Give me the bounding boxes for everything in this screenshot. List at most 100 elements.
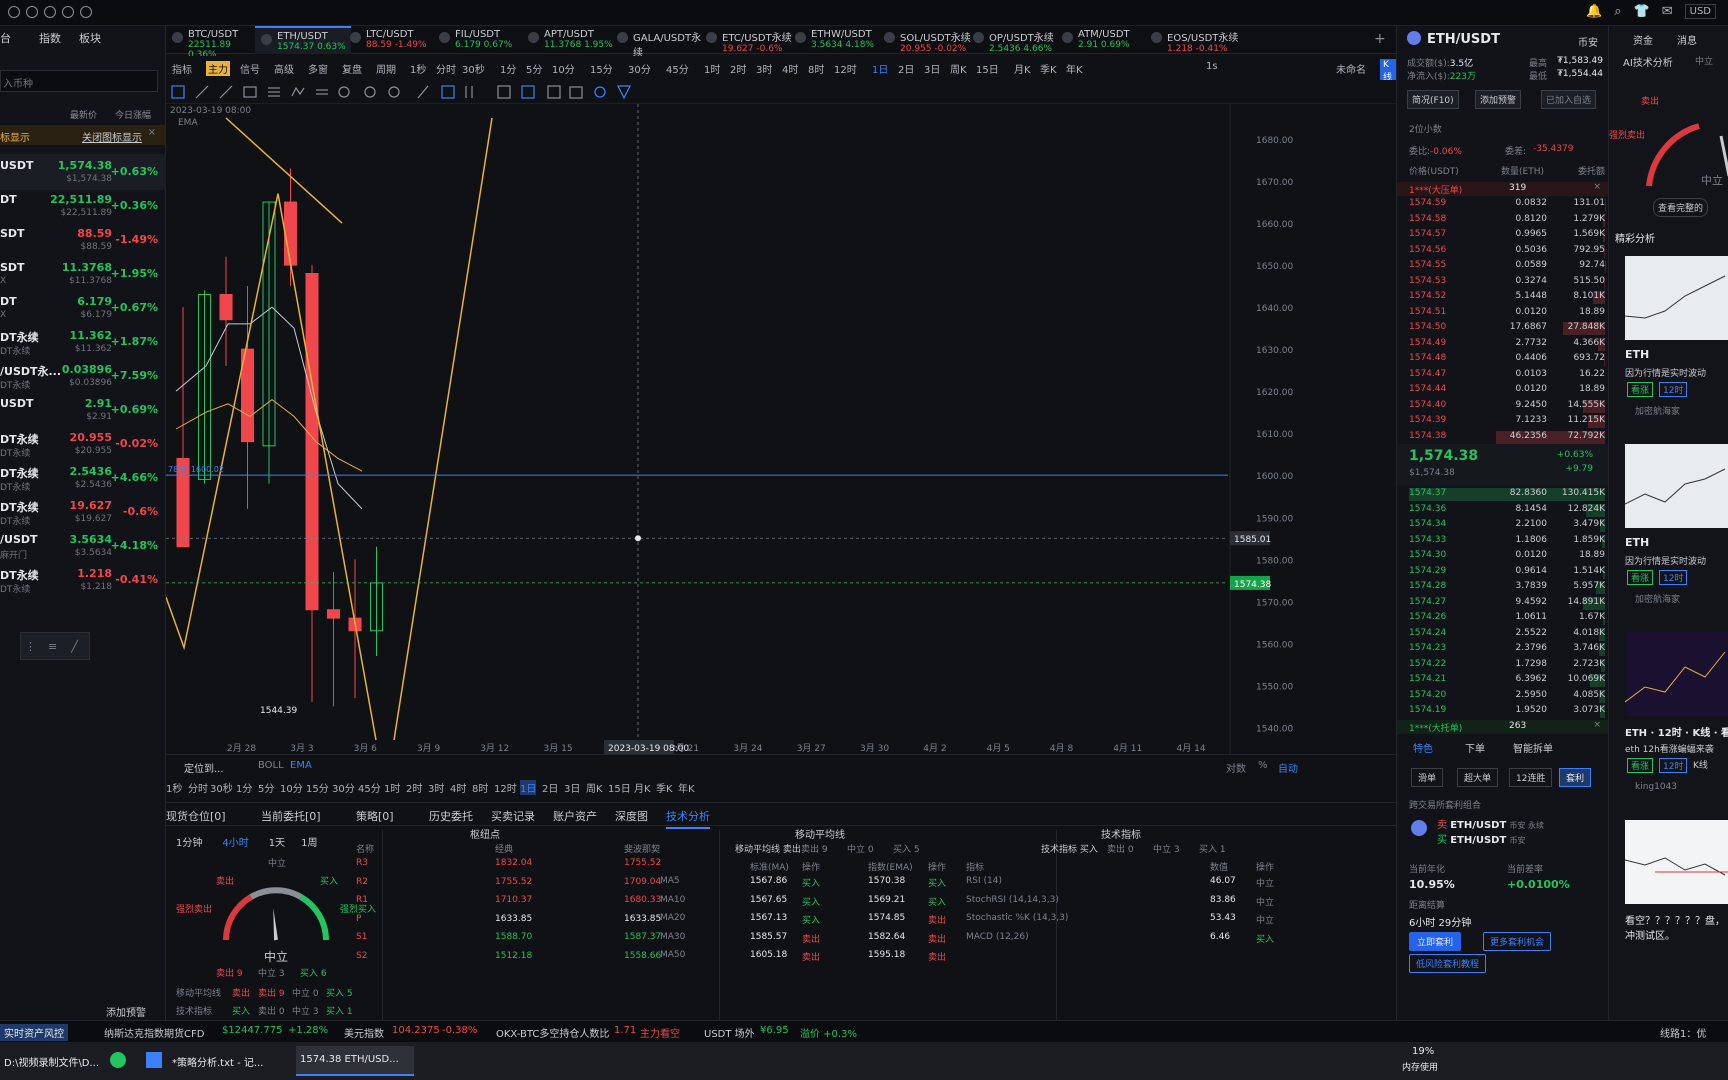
sort-latest[interactable]: 最新价	[70, 108, 97, 121]
orderbook-row[interactable]: 1574.58 0.8120 1.279K	[1409, 213, 1605, 228]
toolbar-item[interactable]: 10分	[552, 61, 575, 76]
period-0[interactable]: 1秒	[166, 780, 182, 795]
analysis-thumbnail[interactable]	[1624, 632, 1728, 716]
interval-1s[interactable]: 1s	[1206, 61, 1218, 72]
search-input[interactable]: 入币种	[0, 70, 158, 92]
orderbook-row[interactable]: 1574.34 2.2100 3.479K	[1409, 519, 1605, 533]
period-20[interactable]: 月K	[634, 780, 651, 795]
bottom-tab[interactable]: 买卖记录	[491, 808, 535, 824]
candlestick-chart[interactable]: 1680.00 1670.00 1660.00 1650.00 1640.00 1630.…	[165, 104, 1396, 754]
toolbar-item[interactable]: 主力	[206, 61, 230, 76]
interval-1d[interactable]: 1天	[269, 834, 285, 849]
market-row[interactable]: DT永续 DT永续 20.955 $20.955 -0.02%	[0, 426, 166, 462]
toolbar-item[interactable]: 周K	[950, 61, 967, 76]
orderbook-row[interactable]: 1574.51 0.0120 18.89	[1409, 306, 1605, 321]
bell-icon[interactable]: 🔔	[1586, 4, 1602, 19]
period-21[interactable]: 季K	[656, 780, 673, 795]
bottom-tab[interactable]: 深度图	[615, 808, 648, 824]
market-row[interactable]: /USDT永... DT永续 0.03896 $0.03896 +7.59%	[0, 358, 166, 394]
card-title[interactable]: ETH · 12时 · K线 · 看	[1625, 724, 1728, 739]
percent-toggle[interactable]: %	[1258, 760, 1268, 771]
orderbook-row[interactable]: 1574.37 82.8360 130.415K	[1409, 488, 1605, 502]
period-2[interactable]: 30秒	[210, 780, 233, 795]
search-icon[interactable]: ⌕	[1614, 4, 1621, 19]
orderbook-row[interactable]: 1574.22 1.7298 2.723K	[1409, 658, 1605, 673]
symbol-tab[interactable]: ETC/USDT永续 19.627 -0.6%	[700, 26, 796, 54]
exchange-link[interactable]: 币安	[1578, 34, 1598, 49]
period-11[interactable]: 3时	[428, 780, 444, 795]
toolbar-item[interactable]: 2日	[898, 61, 914, 76]
period-19[interactable]: 15日	[608, 780, 631, 795]
orderbook-row[interactable]: 1574.29 0.9614 1.514K	[1409, 565, 1605, 580]
tab-news[interactable]: 消息	[1677, 32, 1697, 47]
price-chart[interactable]: 1680.00 1670.00 1660.00 1650.00 1640.00 1630.…	[165, 104, 1396, 754]
risk-control-button[interactable]: 实时资产风控	[0, 1024, 68, 1041]
toolbar-item[interactable]: 1秒	[410, 61, 426, 76]
symbol-tab[interactable]: ATM/USDT 2.91 0.69%	[1056, 26, 1152, 54]
orderbook-row[interactable]: 1574.27 9.4592 14.891K	[1409, 596, 1605, 611]
clock-icon[interactable]	[80, 6, 92, 18]
interval-1m[interactable]: 1分钟	[176, 834, 202, 849]
toolbar-item[interactable]: 8时	[808, 61, 824, 76]
author[interactable]: 加密航海家	[1635, 592, 1680, 605]
toolbar-item[interactable]: 2时	[730, 61, 746, 76]
sort-change[interactable]: 今日涨幅	[115, 108, 151, 121]
filter-arbitrage[interactable]: 套利	[1559, 768, 1592, 787]
close-icon[interactable]: ×	[1593, 720, 1601, 730]
filter-large[interactable]: 超大单	[1457, 768, 1499, 787]
market-row[interactable]: DT X 6.179 $6.179 +0.67%	[0, 290, 166, 326]
symbol-tab[interactable]: ETH/USDT 1574.37 0.63%	[255, 26, 351, 54]
market-row[interactable]: USDT 1,574.38 $1,574.38 +0.63%	[0, 154, 166, 190]
period-8[interactable]: 45分	[358, 780, 381, 795]
menu-sector[interactable]: 板块	[79, 30, 101, 46]
shirt-icon[interactable]: 👕	[1634, 4, 1650, 19]
orderbook-row[interactable]: 1574.20 2.5950 4.085K	[1409, 689, 1605, 704]
orderbook-row[interactable]: 1574.24 2.5522 4.018K	[1409, 627, 1605, 642]
circle-icon[interactable]	[8, 6, 20, 18]
period-17[interactable]: 3日	[564, 780, 580, 795]
period-6[interactable]: 15分	[306, 780, 329, 795]
symbol-tab[interactable]: APT/USDT 11.3768 1.95%	[522, 26, 618, 54]
market-row[interactable]: DT永续 DT永续 11.362 $11.362 +1.87%	[0, 324, 166, 360]
locate-button[interactable]: 定位到...	[184, 760, 224, 775]
orderbook-row[interactable]: 1574.36 8.1454 12.824K	[1409, 503, 1605, 518]
banner-close-link[interactable]: 关闭图标显示	[82, 129, 142, 144]
toolbar-item[interactable]: 信号	[240, 61, 260, 76]
layout-name[interactable]: 未命名	[1336, 61, 1366, 76]
market-row[interactable]: USDT 2.91 $2.91 +0.69%	[0, 392, 166, 428]
bottom-tab[interactable]: 历史委托	[429, 808, 473, 824]
mail-icon[interactable]: ✉	[1662, 4, 1673, 19]
close-icon[interactable]: ×	[148, 127, 156, 138]
drawing-tools[interactable]: Aa	[166, 80, 686, 104]
ema-toggle[interactable]: EMA	[290, 760, 312, 771]
arb-now-button[interactable]: 立即套利	[1409, 932, 1462, 951]
orderbook-row[interactable]: 1574.33 1.1806 1.859K	[1409, 534, 1605, 549]
toolbar-item[interactable]: 3时	[756, 61, 772, 76]
toolbar-item[interactable]: 3日	[924, 61, 940, 76]
symbol-tab[interactable]: LTC/USDT 88.59 -1.49%	[344, 26, 440, 54]
orderbook-row[interactable]: 1574.59 0.0832 131.01	[1409, 198, 1605, 212]
filter-slip[interactable]: 滑单	[1411, 768, 1444, 787]
orderbook-row[interactable]: 1574.48 0.4406 693.72	[1409, 353, 1605, 367]
app-icon[interactable]	[146, 1052, 162, 1068]
author[interactable]: king1043	[1635, 782, 1677, 792]
orderbook-row[interactable]: 1574.30 0.0120 18.89	[1409, 550, 1605, 564]
tab-order[interactable]: 下单	[1465, 740, 1485, 755]
orderbook-row[interactable]: 1574.26 1.0611 1.67K	[1409, 612, 1605, 626]
toolbar-item[interactable]: 高级	[274, 61, 294, 76]
circle-icon[interactable]	[26, 6, 38, 18]
period-4[interactable]: 5分	[258, 780, 274, 795]
period-13[interactable]: 8时	[472, 780, 488, 795]
orderbook-row[interactable]: 1574.53 0.3274 515.50	[1409, 275, 1605, 290]
orderbook-row[interactable]: 1574.39 7.1233 11.215K	[1409, 415, 1605, 429]
symbol-tab[interactable]: SOL/USDT永续 20.955 -0.02%	[878, 26, 974, 54]
orderbook-row[interactable]: 1574.23 2.3796 3.746K	[1409, 643, 1605, 657]
currency-select[interactable]: USD	[1684, 4, 1716, 19]
tab-featured[interactable]: 特色	[1413, 740, 1433, 755]
period-1[interactable]: 分时	[188, 780, 208, 795]
toolbar-item[interactable]: 4时	[782, 61, 798, 76]
task-trading-app[interactable]: 1574.38 ETH/USD...	[296, 1046, 414, 1076]
toolbar-item[interactable]: 年K	[1066, 61, 1083, 76]
bottom-tab[interactable]: 账户资产	[553, 808, 597, 824]
toolbar-item[interactable]: 多窗	[308, 61, 328, 76]
